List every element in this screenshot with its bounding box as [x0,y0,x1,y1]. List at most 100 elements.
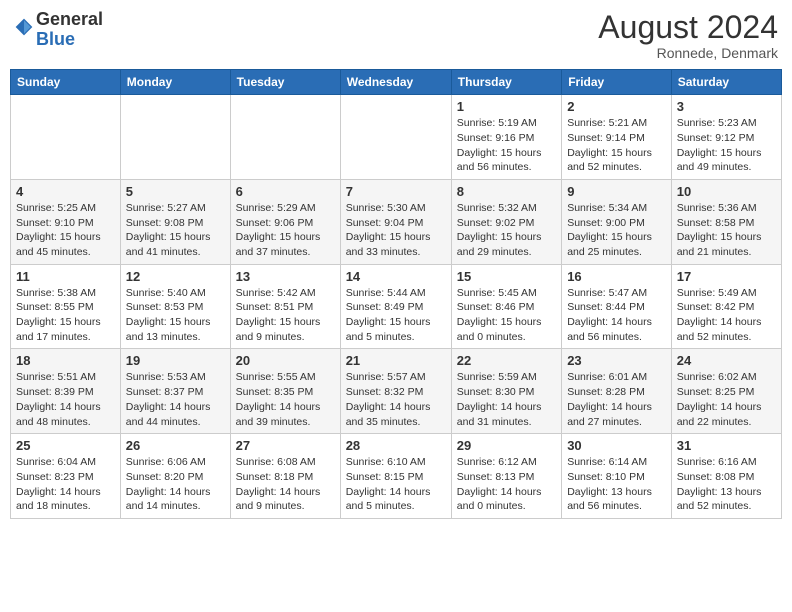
calendar-cell: 13 Sunrise: 5:42 AM Sunset: 8:51 PM Dayli… [230,264,340,349]
day-info: Sunrise: 6:02 AM Sunset: 8:25 PM Dayligh… [677,370,776,429]
logo-general-text: General [36,9,103,29]
calendar-cell: 30Sunrise: 6:14 AM Sunset: 8:10 PM Dayli… [562,434,672,519]
calendar-cell: 19 Sunrise: 5:53 AM Sunset: 8:37 PM Dayli… [120,349,230,434]
day-number: 26 [126,438,225,453]
calendar-body: 1 Sunrise: 5:19 AM Sunset: 9:16 PM Daylig… [11,95,782,519]
calendar-cell: 3Sunrise: 5:23 AM Sunset: 9:12 PM Daylig… [671,95,781,180]
day-info: Sunrise: 5:55 AM Sunset: 8:35 PM Dayligh… [236,370,335,429]
day-info: Sunrise: 6:08 AM Sunset: 8:18 PM Dayligh… [236,455,335,514]
calendar-cell: 14 Sunrise: 5:44 AM Sunset: 8:49 PM Dayli… [340,264,451,349]
month-year: August 2024 [598,10,778,45]
calendar-cell: 4Sunrise: 5:25 AM Sunset: 9:10 PM Daylig… [11,179,121,264]
calendar-cell: 9 Sunrise: 5:34 AM Sunset: 9:00 PM Daylig… [562,179,672,264]
day-info: Sunrise: 6:16 AM Sunset: 8:08 PM Dayligh… [677,455,776,514]
calendar-cell: 24 Sunrise: 6:02 AM Sunset: 8:25 PM Dayli… [671,349,781,434]
calendar-cell: 28 Sunrise: 6:10 AM Sunset: 8:15 PM Dayli… [340,434,451,519]
day-info: Sunrise: 5:21 AM Sunset: 9:14 PM Dayligh… [567,116,666,175]
calendar-cell: 10 Sunrise: 5:36 AM Sunset: 8:58 PM Dayli… [671,179,781,264]
day-info: Sunrise: 5:42 AM Sunset: 8:51 PM Dayligh… [236,286,335,345]
day-info: Sunrise: 5:36 AM Sunset: 8:58 PM Dayligh… [677,201,776,260]
day-info: Sunrise: 5:23 AM Sunset: 9:12 PM Dayligh… [677,116,776,175]
calendar-cell [11,95,121,180]
day-number: 28 [346,438,446,453]
calendar-cell [340,95,451,180]
calendar-cell: 17 Sunrise: 5:49 AM Sunset: 8:42 PM Dayli… [671,264,781,349]
calendar-cell: 27 Sunrise: 6:08 AM Sunset: 8:18 PM Dayli… [230,434,340,519]
calendar-cell: 8 Sunrise: 5:32 AM Sunset: 9:02 PM Daylig… [451,179,561,264]
day-info: Sunrise: 5:29 AM Sunset: 9:06 PM Dayligh… [236,201,335,260]
logo-blue-text: Blue [36,29,75,49]
day-number: 30 [567,438,666,453]
calendar-cell: 23Sunrise: 6:01 AM Sunset: 8:28 PM Dayli… [562,349,672,434]
day-number: 24 [677,353,776,368]
day-info: Sunrise: 6:01 AM Sunset: 8:28 PM Dayligh… [567,370,666,429]
day-info: Sunrise: 5:53 AM Sunset: 8:37 PM Dayligh… [126,370,225,429]
weekday-monday: Monday [120,70,230,95]
week-row-3: 11 Sunrise: 5:38 AM Sunset: 8:55 PM Dayli… [11,264,782,349]
day-info: Sunrise: 5:45 AM Sunset: 8:46 PM Dayligh… [457,286,556,345]
calendar-cell: 20Sunrise: 5:55 AM Sunset: 8:35 PM Dayli… [230,349,340,434]
title-block: August 2024 Ronnede, Denmark [598,10,778,61]
day-number: 7 [346,184,446,199]
day-info: Sunrise: 5:59 AM Sunset: 8:30 PM Dayligh… [457,370,556,429]
day-info: Sunrise: 5:32 AM Sunset: 9:02 PM Dayligh… [457,201,556,260]
weekday-tuesday: Tuesday [230,70,340,95]
day-number: 6 [236,184,335,199]
weekday-header: SundayMondayTuesdayWednesdayThursdayFrid… [11,70,782,95]
calendar-cell: 25Sunrise: 6:04 AM Sunset: 8:23 PM Dayli… [11,434,121,519]
calendar-cell: 22 Sunrise: 5:59 AM Sunset: 8:30 PM Dayli… [451,349,561,434]
weekday-friday: Friday [562,70,672,95]
calendar-cell [120,95,230,180]
day-info: Sunrise: 5:44 AM Sunset: 8:49 PM Dayligh… [346,286,446,345]
day-info: Sunrise: 5:34 AM Sunset: 9:00 PM Dayligh… [567,201,666,260]
day-number: 15 [457,269,556,284]
day-number: 1 [457,99,556,114]
day-number: 9 [567,184,666,199]
day-number: 29 [457,438,556,453]
location: Ronnede, Denmark [598,45,778,61]
day-number: 16 [567,269,666,284]
day-info: Sunrise: 5:49 AM Sunset: 8:42 PM Dayligh… [677,286,776,345]
day-number: 10 [677,184,776,199]
weekday-wednesday: Wednesday [340,70,451,95]
day-info: Sunrise: 5:38 AM Sunset: 8:55 PM Dayligh… [16,286,115,345]
day-number: 27 [236,438,335,453]
calendar-cell: 7 Sunrise: 5:30 AM Sunset: 9:04 PM Daylig… [340,179,451,264]
day-number: 2 [567,99,666,114]
week-row-2: 4Sunrise: 5:25 AM Sunset: 9:10 PM Daylig… [11,179,782,264]
calendar-table: SundayMondayTuesdayWednesdayThursdayFrid… [10,69,782,519]
day-info: Sunrise: 5:30 AM Sunset: 9:04 PM Dayligh… [346,201,446,260]
day-info: Sunrise: 6:04 AM Sunset: 8:23 PM Dayligh… [16,455,115,514]
calendar-cell: 1 Sunrise: 5:19 AM Sunset: 9:16 PM Daylig… [451,95,561,180]
calendar-cell: 5Sunrise: 5:27 AM Sunset: 9:08 PM Daylig… [120,179,230,264]
day-number: 12 [126,269,225,284]
day-number: 4 [16,184,115,199]
day-number: 5 [126,184,225,199]
calendar-cell: 21Sunrise: 5:57 AM Sunset: 8:32 PM Dayli… [340,349,451,434]
day-info: Sunrise: 6:10 AM Sunset: 8:15 PM Dayligh… [346,455,446,514]
calendar-cell [230,95,340,180]
day-info: Sunrise: 5:57 AM Sunset: 8:32 PM Dayligh… [346,370,446,429]
week-row-1: 1 Sunrise: 5:19 AM Sunset: 9:16 PM Daylig… [11,95,782,180]
day-number: 17 [677,269,776,284]
day-number: 14 [346,269,446,284]
day-number: 8 [457,184,556,199]
week-row-5: 25Sunrise: 6:04 AM Sunset: 8:23 PM Dayli… [11,434,782,519]
day-number: 11 [16,269,115,284]
day-info: Sunrise: 5:47 AM Sunset: 8:44 PM Dayligh… [567,286,666,345]
calendar-cell: 6 Sunrise: 5:29 AM Sunset: 9:06 PM Daylig… [230,179,340,264]
day-info: Sunrise: 5:40 AM Sunset: 8:53 PM Dayligh… [126,286,225,345]
day-info: Sunrise: 5:19 AM Sunset: 9:16 PM Dayligh… [457,116,556,175]
day-number: 13 [236,269,335,284]
calendar-cell: 11 Sunrise: 5:38 AM Sunset: 8:55 PM Dayli… [11,264,121,349]
calendar-cell: 31Sunrise: 6:16 AM Sunset: 8:08 PM Dayli… [671,434,781,519]
calendar-cell: 18 Sunrise: 5:51 AM Sunset: 8:39 PM Dayli… [11,349,121,434]
day-number: 18 [16,353,115,368]
day-number: 22 [457,353,556,368]
calendar-cell: 15 Sunrise: 5:45 AM Sunset: 8:46 PM Dayli… [451,264,561,349]
day-number: 19 [126,353,225,368]
calendar-cell: 12 Sunrise: 5:40 AM Sunset: 8:53 PM Dayli… [120,264,230,349]
calendar-cell: 2 Sunrise: 5:21 AM Sunset: 9:14 PM Daylig… [562,95,672,180]
day-info: Sunrise: 5:51 AM Sunset: 8:39 PM Dayligh… [16,370,115,429]
header: General Blue August 2024 Ronnede, Denmar… [10,10,782,61]
